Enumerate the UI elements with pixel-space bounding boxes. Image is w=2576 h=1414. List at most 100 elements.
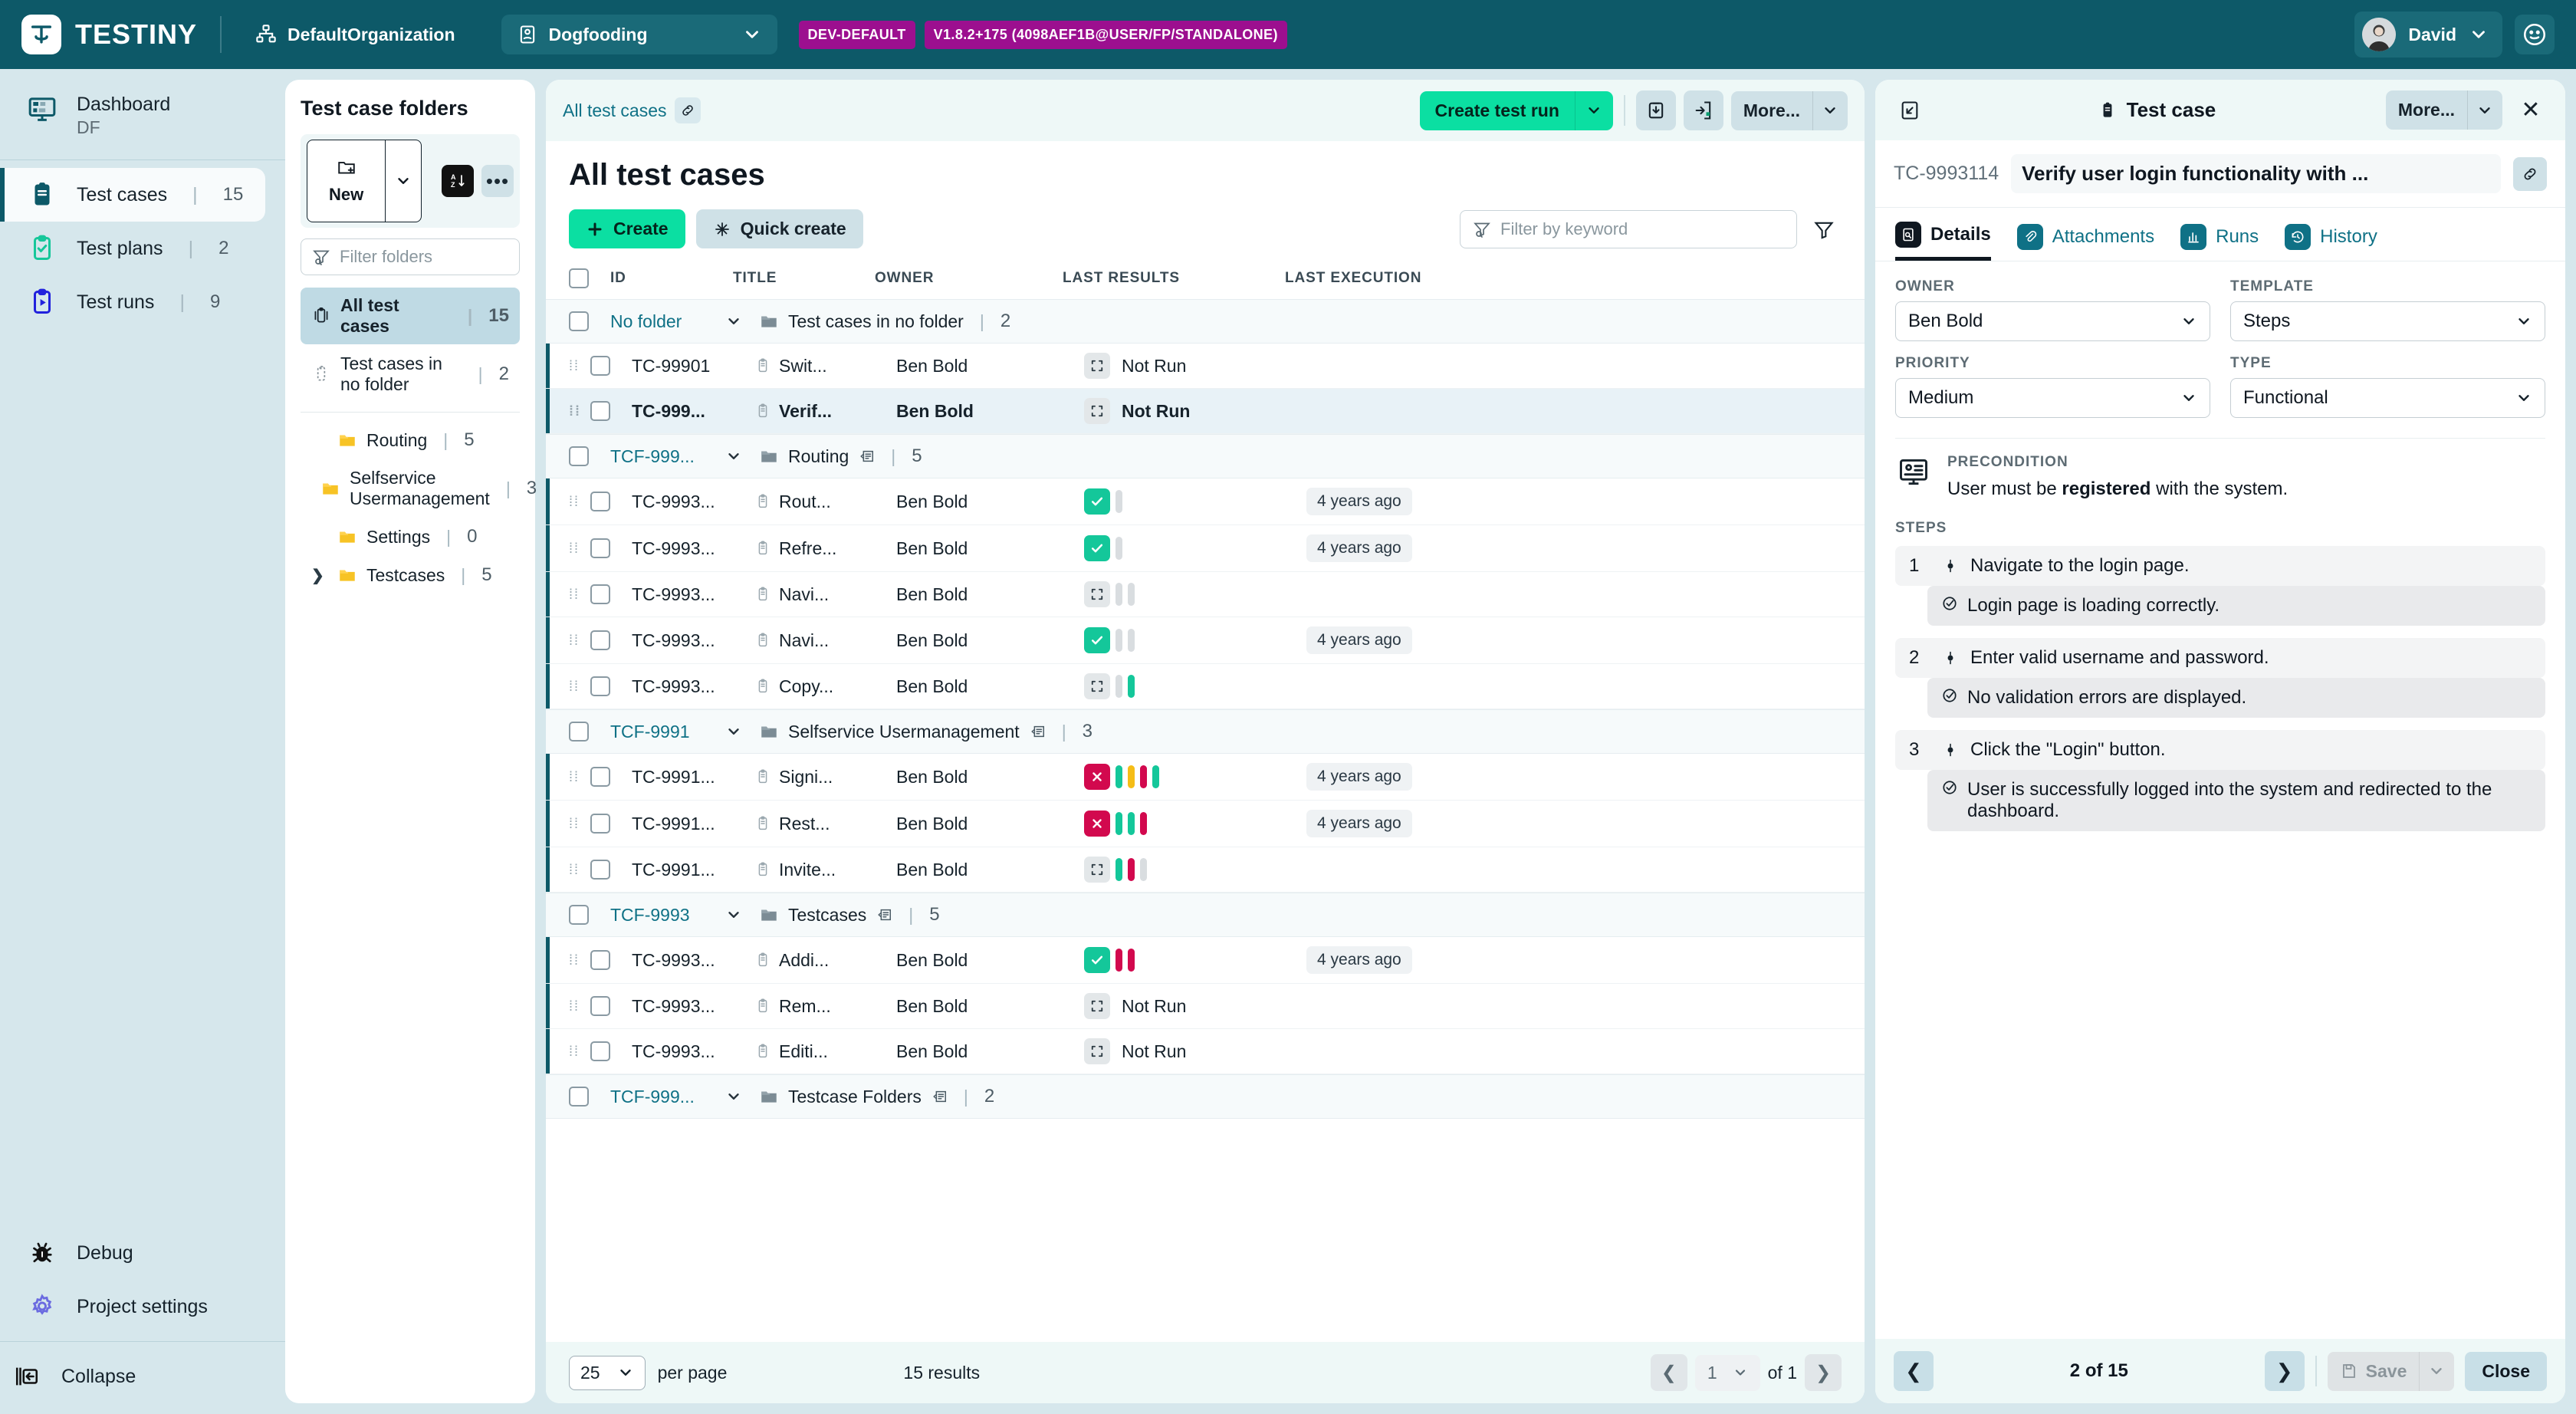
select-all-checkbox[interactable] <box>569 268 589 288</box>
case-title[interactable]: Addi... <box>754 950 896 971</box>
project-selector[interactable]: Dogfooding <box>501 15 777 54</box>
case-title[interactable]: Navi... <box>754 630 896 651</box>
table-group-row[interactable]: TCF-999...Testcase Folders|2 <box>546 1074 1865 1119</box>
folders-more-button[interactable]: ••• <box>481 165 514 197</box>
row-checkbox[interactable] <box>590 767 610 787</box>
chevron-down-icon[interactable] <box>725 313 759 330</box>
sidebar-item-test-cases[interactable]: Test cases | 15 <box>0 168 265 222</box>
folder-item-routing[interactable]: Routing | 5 <box>301 422 520 459</box>
breadcrumb[interactable]: All test cases <box>563 97 701 123</box>
row-checkbox[interactable] <box>569 311 589 331</box>
table-row[interactable]: ⁞⁞TC-9993...Rem...Ben BoldNot Run <box>546 984 1865 1029</box>
row-checkbox[interactable] <box>590 492 610 511</box>
table-row[interactable]: ⁞⁞TC-9991...Signi...Ben Bold4 years ago <box>546 754 1865 801</box>
sidebar-item-test-plans[interactable]: Test plans | 2 <box>0 222 285 275</box>
page-select[interactable]: 1 <box>1695 1355 1760 1391</box>
copy-link-icon[interactable] <box>675 97 701 123</box>
row-checkbox[interactable] <box>569 1087 589 1107</box>
case-id[interactable]: TC-9993... <box>632 1041 754 1062</box>
create-button[interactable]: Create <box>569 209 685 248</box>
table-row[interactable]: ⁞⁞TC-9993...Rout...Ben Bold4 years ago <box>546 478 1865 525</box>
case-id[interactable]: TC-9993... <box>632 630 754 651</box>
filter-toggle-button[interactable] <box>1806 212 1842 247</box>
tab-runs[interactable]: Runs <box>2180 222 2259 261</box>
case-title[interactable]: Navi... <box>754 584 896 605</box>
app-logo[interactable]: TESTINY <box>21 15 197 54</box>
table-row[interactable]: ⁞⁞TC-9993...Copy...Ben Bold <box>546 664 1865 709</box>
quick-create-button[interactable]: Quick create <box>696 209 863 248</box>
export-button[interactable] <box>1684 90 1723 130</box>
keyword-filter-input[interactable]: Filter by keyword <box>1460 210 1797 248</box>
drag-handle[interactable]: ⁞⁞ <box>569 1048 584 1055</box>
group-id[interactable]: TCF-999... <box>610 446 725 467</box>
more-button[interactable]: More... <box>1731 91 1848 130</box>
drag-handle[interactable]: ⁞⁞ <box>569 683 584 690</box>
priority-select[interactable]: Medium <box>1895 378 2210 418</box>
chevron-down-icon[interactable] <box>725 723 759 740</box>
template-select[interactable]: Steps <box>2230 301 2545 341</box>
case-title[interactable]: Rest... <box>754 814 896 834</box>
chevron-down-icon[interactable] <box>725 1088 759 1105</box>
row-checkbox[interactable] <box>590 676 610 696</box>
detail-more-dropdown[interactable] <box>2467 90 2502 130</box>
new-folder-dropdown[interactable] <box>385 140 421 222</box>
prev-page-button[interactable]: ❮ <box>1651 1354 1687 1391</box>
row-checkbox[interactable] <box>569 446 589 466</box>
sidebar-item-debug[interactable]: Debug <box>0 1226 285 1280</box>
create-test-run-button[interactable]: Create test run <box>1420 91 1613 130</box>
close-button[interactable]: Close <box>2465 1352 2547 1391</box>
case-title[interactable]: Editi... <box>754 1041 896 1062</box>
tab-history[interactable]: History <box>2285 222 2377 261</box>
table-group-row[interactable]: TCF-9991Selfservice Usermanagement|3 <box>546 709 1865 754</box>
detail-case-name-input[interactable]: Verify user login functionality with ... <box>2011 154 2501 193</box>
case-id[interactable]: TC-9993... <box>632 950 754 971</box>
case-title[interactable]: Invite... <box>754 860 896 880</box>
close-panel-icon[interactable]: ✕ <box>2513 93 2548 128</box>
row-checkbox[interactable] <box>590 538 610 558</box>
table-row[interactable]: ⁞⁞TC-9993...Addi...Ben Bold4 years ago <box>546 937 1865 984</box>
case-title[interactable]: Swit... <box>754 356 896 377</box>
step-expected-row[interactable]: Login page is loading correctly. <box>1927 586 2545 626</box>
organization-selector[interactable]: DefaultOrganization <box>245 16 466 53</box>
drag-handle[interactable]: ⁞⁞ <box>569 637 584 644</box>
next-page-button[interactable]: ❯ <box>1805 1354 1842 1391</box>
case-id[interactable]: TC-9993... <box>632 538 754 559</box>
step-expected-row[interactable]: User is successfully logged into the sys… <box>1927 770 2545 831</box>
expand-panel-button[interactable] <box>1892 93 1927 128</box>
per-page-select[interactable]: 25 <box>569 1356 646 1390</box>
case-title[interactable]: Verif... <box>754 401 896 422</box>
case-id[interactable]: TC-9993... <box>632 492 754 512</box>
owner-select[interactable]: Ben Bold <box>1895 301 2210 341</box>
new-folder-button[interactable]: New <box>307 140 422 222</box>
case-id[interactable]: TC-9991... <box>632 860 754 880</box>
save-dropdown[interactable] <box>2419 1352 2454 1391</box>
import-button[interactable] <box>1636 90 1676 130</box>
case-title[interactable]: Rem... <box>754 996 896 1017</box>
case-id[interactable]: TC-9993... <box>632 584 754 605</box>
row-checkbox[interactable] <box>590 814 610 834</box>
sidebar-item-dashboard[interactable]: Dashboard DF <box>0 80 285 152</box>
case-id[interactable]: TC-999... <box>632 401 754 422</box>
table-row[interactable]: ⁞⁞TC-9993...Navi...Ben Bold4 years ago <box>546 617 1865 664</box>
group-id[interactable]: TCF-999... <box>610 1087 725 1107</box>
sidebar-collapse-button[interactable]: Collapse <box>0 1350 285 1403</box>
folder-item-all-test-cases[interactable]: All test cases | 15 <box>301 288 520 344</box>
row-checkbox[interactable] <box>590 860 610 880</box>
folder-item-settings[interactable]: Settings | 0 <box>301 518 520 555</box>
sort-az-button[interactable]: A Z <box>442 165 474 197</box>
drag-handle[interactable]: ⁞⁞ <box>569 820 584 827</box>
create-test-run-dropdown[interactable] <box>1575 91 1613 130</box>
row-checkbox[interactable] <box>569 722 589 742</box>
next-case-button[interactable]: ❯ <box>2265 1351 2305 1391</box>
table-row[interactable]: ⁞⁞TC-9993...Refre...Ben Bold4 years ago <box>546 525 1865 572</box>
tab-attachments[interactable]: Attachments <box>2017 222 2154 261</box>
table-row[interactable]: ⁞⁞TC-9993...Editi...Ben BoldNot Run <box>546 1029 1865 1074</box>
column-header-owner[interactable]: OWNER <box>875 270 1063 287</box>
drag-handle[interactable]: ⁞⁞ <box>569 363 584 370</box>
group-id[interactable]: No folder <box>610 311 725 332</box>
save-button[interactable]: Save <box>2328 1352 2455 1391</box>
table-group-row[interactable]: TCF-999...Routing|5 <box>546 434 1865 478</box>
group-id[interactable]: TCF-9993 <box>610 905 725 926</box>
row-checkbox[interactable] <box>590 401 610 421</box>
row-checkbox[interactable] <box>590 950 610 970</box>
